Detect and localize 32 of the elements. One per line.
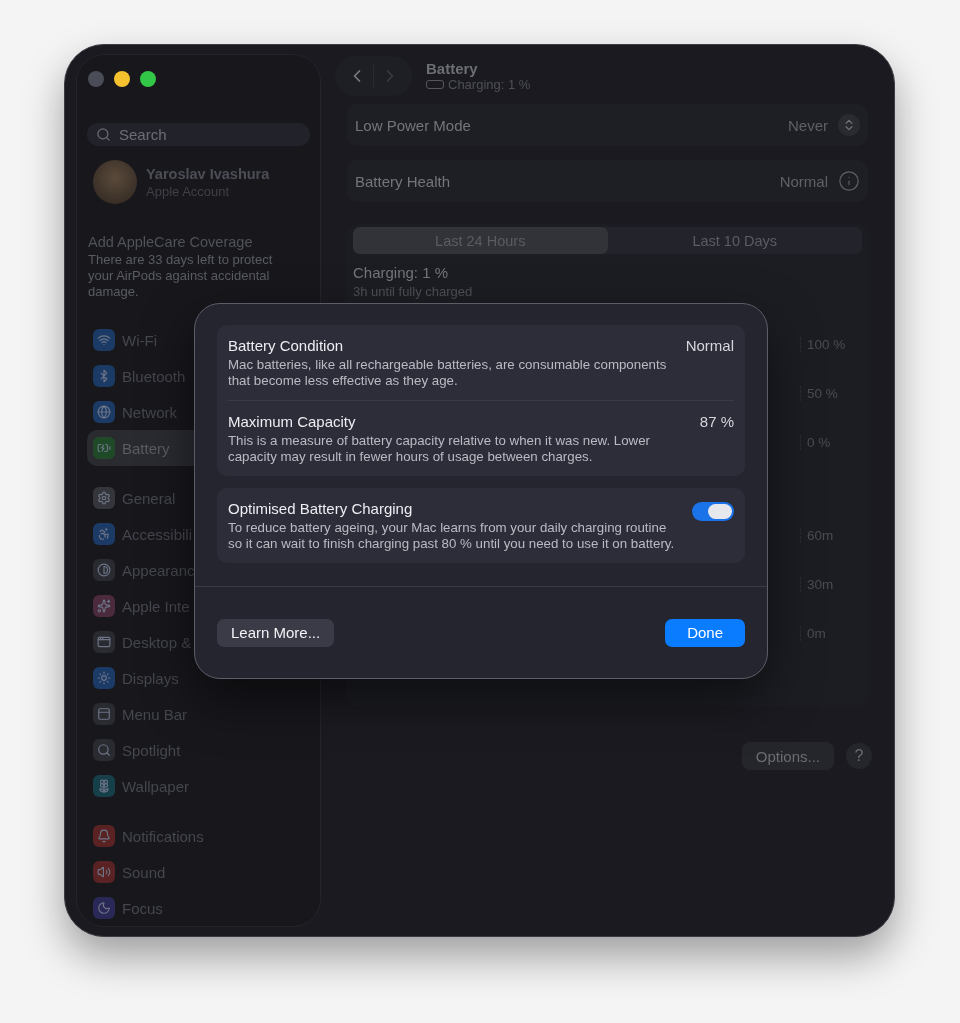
row-title: Optimised Battery Charging <box>228 500 414 517</box>
info-icon[interactable] <box>838 170 860 192</box>
row-description: Mac batteries, like all rechargeable batteries, are consumable components that become less effective as they age. <box>228 357 668 389</box>
tab[interactable]: Last 10 Days <box>607 227 862 254</box>
setting-label: Low Power Mode <box>355 116 472 134</box>
done-button[interactable]: Done <box>665 618 745 647</box>
search-icon <box>96 127 111 142</box>
row-description: This is a measure of battery capacity relative to when it was new. Lower capacity may result in fewer hours of usage between charges. <box>228 433 651 465</box>
promo-text: There are 33 days left to protect your AirPods against accidental damage. <box>88 252 274 300</box>
avatar <box>93 160 137 204</box>
setting-value[interactable]: Never <box>788 116 828 134</box>
account-name: Yaroslav Ivashura <box>146 165 270 182</box>
row-value: 87 % <box>699 413 734 432</box>
search-field[interactable]: Search <box>87 123 310 146</box>
window-control[interactable] <box>140 71 156 87</box>
page-title: Battery <box>426 60 479 77</box>
learn-more-button[interactable]: Learn More... <box>217 618 335 647</box>
help-button[interactable]: ? <box>846 743 872 769</box>
row-title: Battery Condition <box>228 337 345 354</box>
row-value: Normal <box>685 337 734 356</box>
setting-value: Normal <box>779 172 828 190</box>
row-description: To reduce battery ageing, your Mac learns from your daily charging routine so it can wait to finish charging past 80 % until you need to use it on battery. <box>228 520 676 552</box>
charging-status: Charging: 1 % <box>353 264 450 281</box>
battery-icon <box>426 80 444 89</box>
window-control[interactable] <box>114 71 130 87</box>
stepper-icon[interactable] <box>838 114 860 136</box>
search-input[interactable]: Search <box>117 125 301 144</box>
promo-title[interactable]: Add AppleCare Coverage <box>88 234 310 250</box>
row-title: Maximum Capacity <box>228 413 357 430</box>
setting-label: Battery Health <box>355 172 452 190</box>
toggle-switch[interactable] <box>692 502 734 521</box>
options-button[interactable]: Options... <box>741 742 834 770</box>
